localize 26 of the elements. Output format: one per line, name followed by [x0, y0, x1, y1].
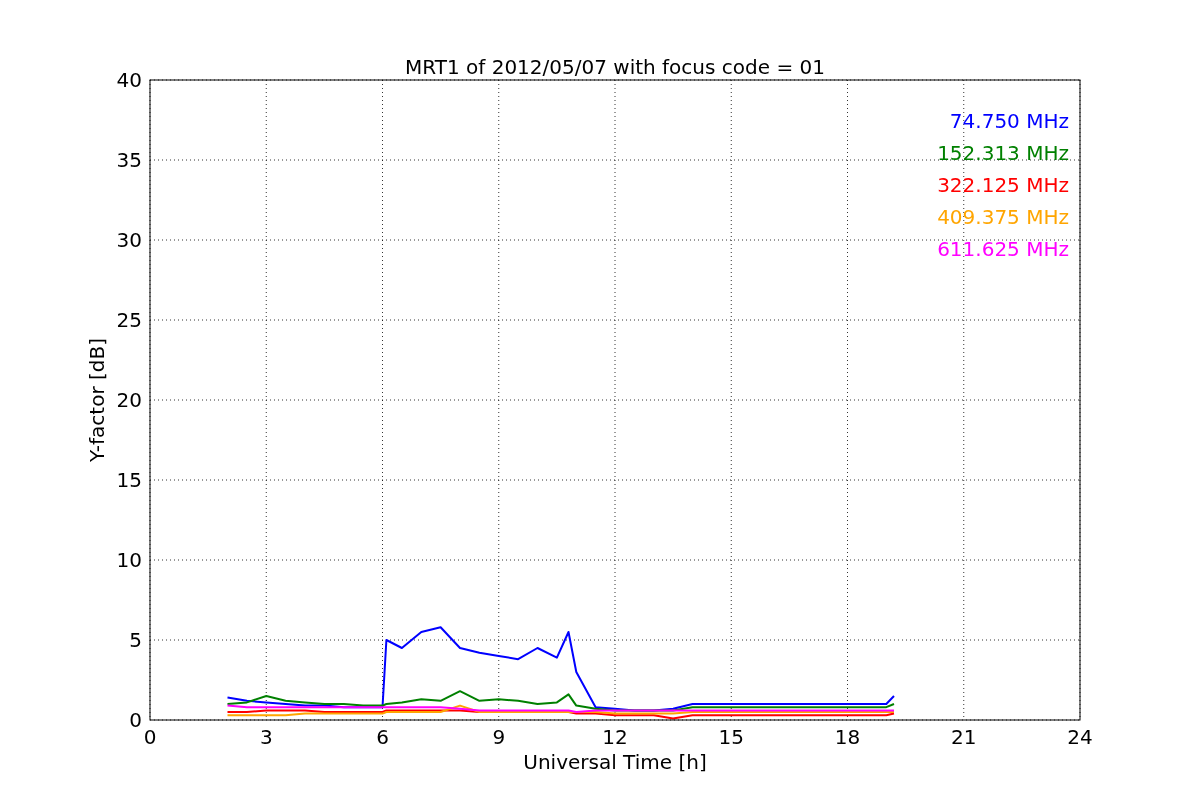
- tick-label: 6: [376, 725, 389, 749]
- legend-label: 409.375 MHz: [937, 205, 1069, 229]
- chart-title: MRT1 of 2012/05/07 with focus code = 01: [405, 55, 825, 79]
- tick-label: 0: [129, 708, 142, 732]
- axis-label: Y-factor [dB]: [85, 338, 109, 462]
- tick-label: 3: [259, 725, 273, 749]
- legend-label: 152.313 MHz: [937, 141, 1069, 165]
- tick-label: 15: [116, 468, 142, 492]
- axis-label: Universal Time [h]: [523, 750, 707, 774]
- tick-label: 0: [143, 725, 157, 749]
- tick-label: 35: [116, 148, 142, 172]
- tick-label: 12: [602, 725, 628, 749]
- tick-label: 21: [951, 725, 977, 749]
- tick-label: 10: [116, 548, 142, 572]
- tick-label: 5: [129, 628, 142, 652]
- tick-label: 25: [116, 308, 142, 332]
- legend-label: 611.625 MHz: [937, 237, 1069, 261]
- legend-label: 322.125 MHz: [937, 173, 1069, 197]
- tick-label: 20: [116, 388, 142, 412]
- tick-label: 30: [116, 228, 142, 252]
- tick-label: 18: [834, 725, 861, 749]
- tick-label: 24: [1067, 725, 1093, 749]
- tick-label: 9: [492, 725, 506, 749]
- legend-label: 74.750 MHz: [949, 109, 1069, 133]
- tick-label: 40: [116, 68, 142, 92]
- tick-label: 15: [718, 725, 744, 749]
